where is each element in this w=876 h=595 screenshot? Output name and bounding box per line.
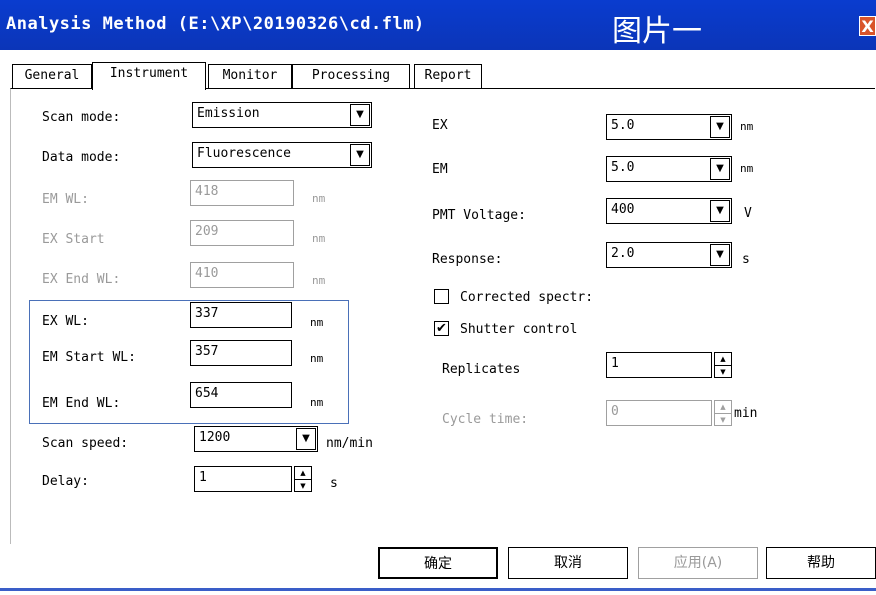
pmt-voltage-unit: V [744, 206, 752, 221]
stepper-down-icon: ▼ [720, 416, 726, 424]
tab-monitor[interactable]: Monitor [208, 64, 292, 88]
tab-general[interactable]: General [12, 64, 92, 88]
cycle-time-stepper: ▲ ▼ [714, 400, 732, 426]
data-mode-value: Fluorescence [197, 146, 291, 161]
chevron-down-icon[interactable]: ▼ [710, 158, 730, 180]
chevron-down-icon[interactable]: ▼ [710, 116, 730, 138]
cycle-time-unit: min [734, 406, 758, 421]
em-start-wl-label: EM Start WL: [42, 350, 136, 365]
stepper-up-icon[interactable]: ▲ [715, 353, 731, 366]
em-wl-value: 418 [195, 184, 219, 199]
corrected-spectra-checkbox[interactable] [434, 289, 449, 304]
em-start-wl-field[interactable]: 357 [190, 340, 292, 366]
em-wl-label: EM WL: [42, 192, 89, 207]
help-button[interactable]: 帮助 [766, 547, 876, 579]
cancel-button[interactable]: 取消 [508, 547, 628, 579]
scan-mode-select[interactable]: Emission ▼ [192, 102, 372, 128]
response-select[interactable]: 2.0 ▼ [606, 242, 732, 268]
ex-wl-field[interactable]: 337 [190, 302, 292, 328]
response-value: 2.0 [611, 246, 635, 261]
chevron-down-icon[interactable]: ▼ [350, 104, 370, 126]
replicates-stepper[interactable]: ▲ ▼ [714, 352, 732, 378]
chevron-down-icon[interactable]: ▼ [296, 428, 316, 450]
close-icon[interactable]: X [859, 16, 876, 36]
title-bar: Analysis Method (E:\XP\20190326\cd.flm) … [0, 0, 876, 50]
pmt-voltage-label: PMT Voltage: [432, 208, 526, 223]
scan-speed-value: 1200 [199, 430, 231, 445]
em-end-wl-field[interactable]: 654 [190, 382, 292, 408]
replicates-label: Replicates [442, 362, 521, 377]
cycle-time-value: 0 [611, 404, 619, 419]
chevron-down-icon[interactable]: ▼ [350, 144, 370, 166]
em-end-wl-unit: nm [310, 396, 324, 409]
em-wl-field: 418 [190, 180, 294, 206]
em-slit-select[interactable]: 5.0 ▼ [606, 156, 732, 182]
ex-end-wl-value: 410 [195, 266, 219, 281]
em-wl-unit: nm [312, 192, 326, 205]
ex-wl-label: EX WL: [42, 314, 89, 329]
ex-slit-value: 5.0 [611, 118, 635, 133]
delay-value: 1 [199, 470, 207, 485]
ex-start-value: 209 [195, 224, 219, 239]
shutter-control-checkbox[interactable]: ✔ [434, 321, 449, 336]
ex-end-wl-field: 410 [190, 262, 294, 288]
corrected-spectra-label: Corrected spectr: [460, 290, 594, 305]
delay-stepper[interactable]: ▲ ▼ [294, 466, 312, 492]
ex-slit-label: EX [432, 118, 448, 133]
stepper-down-icon[interactable]: ▼ [295, 480, 311, 492]
window-bottom-border [0, 588, 876, 591]
checkmark-icon: ✔ [436, 321, 447, 336]
window-title: Analysis Method (E:\XP\20190326\cd.flm) [6, 14, 425, 34]
data-mode-label: Data mode: [42, 150, 121, 165]
scan-mode-label: Scan mode: [42, 110, 121, 125]
ex-end-wl-unit: nm [312, 274, 326, 287]
delay-field[interactable]: 1 [194, 466, 292, 492]
apply-button: 应用(A) [638, 547, 758, 579]
ok-button[interactable]: 确定 [378, 547, 498, 579]
chevron-down-icon[interactable]: ▼ [710, 244, 730, 266]
ex-start-field: 209 [190, 220, 294, 246]
scan-speed-select[interactable]: 1200 ▼ [194, 426, 318, 452]
ex-slit-unit: nm [740, 120, 754, 133]
response-unit: s [742, 252, 750, 267]
response-label: Response: [432, 252, 503, 267]
cycle-time-label: Cycle time: [442, 412, 529, 427]
scan-mode-value: Emission [197, 106, 260, 121]
chevron-down-icon[interactable]: ▼ [710, 200, 730, 222]
replicates-field[interactable]: 1 [606, 352, 712, 378]
em-start-wl-value: 357 [195, 344, 219, 359]
data-mode-select[interactable]: Fluorescence ▼ [192, 142, 372, 168]
cycle-time-field: 0 [606, 400, 712, 426]
em-start-wl-unit: nm [310, 352, 324, 365]
ex-slit-select[interactable]: 5.0 ▼ [606, 114, 732, 140]
tab-processing[interactable]: Processing [292, 64, 410, 88]
image-annotation: 图片一 [612, 14, 702, 49]
delay-unit: s [330, 476, 338, 491]
pmt-voltage-select[interactable]: 400 ▼ [606, 198, 732, 224]
ex-wl-unit: nm [310, 316, 324, 329]
tab-report[interactable]: Report [414, 64, 482, 88]
stepper-up-icon[interactable]: ▲ [295, 467, 311, 480]
tab-instrument[interactable]: Instrument [92, 62, 206, 90]
delay-label: Delay: [42, 474, 89, 489]
ex-end-wl-label: EX End WL: [42, 272, 121, 287]
em-end-wl-value: 654 [195, 386, 219, 401]
em-end-wl-label: EM End WL: [42, 396, 121, 411]
ex-start-label: EX Start [42, 232, 105, 247]
scan-speed-unit: nm/min [326, 436, 373, 451]
stepper-up-icon: ▲ [715, 401, 731, 414]
em-slit-unit: nm [740, 162, 754, 175]
ex-wl-value: 337 [195, 306, 219, 321]
shutter-control-label: Shutter control [460, 322, 578, 337]
replicates-value: 1 [611, 356, 619, 371]
scan-speed-label: Scan speed: [42, 436, 129, 451]
em-slit-label: EM [432, 162, 448, 177]
em-slit-value: 5.0 [611, 160, 635, 175]
ex-start-unit: nm [312, 232, 326, 245]
pmt-voltage-value: 400 [611, 202, 635, 217]
stepper-down-icon[interactable]: ▼ [715, 366, 731, 378]
